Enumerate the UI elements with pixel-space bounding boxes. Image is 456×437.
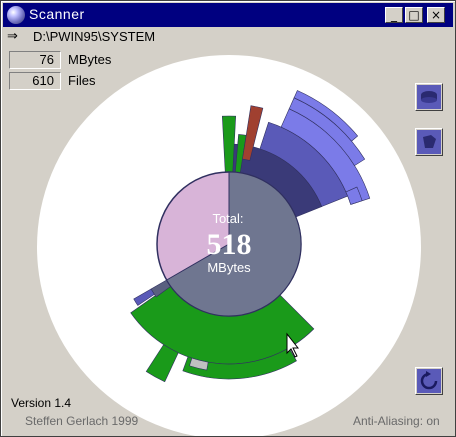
disk-drive-icon [417, 85, 441, 109]
zoom-out-button[interactable] [415, 83, 443, 111]
total-unit: MBytes [207, 260, 251, 275]
refresh-icon [417, 369, 441, 393]
author-text: Steffen Gerlach 1999 [25, 414, 139, 428]
total-label: Total: [212, 211, 243, 226]
scanner-window: Scanner _ □ × ⇒ D:\PWIN95\SYSTEM 76 MByt… [0, 0, 456, 437]
folder-button[interactable] [415, 128, 443, 156]
version-text: Version 1.4 [11, 396, 72, 410]
refresh-button[interactable] [415, 367, 443, 395]
total-value: 518 [207, 228, 252, 261]
disk-usage-sunburst[interactable]: Total: 518 MBytes [1, 1, 455, 436]
folder-drive-icon [417, 130, 441, 154]
antialias-status[interactable]: Anti-Aliasing: on [353, 414, 440, 428]
